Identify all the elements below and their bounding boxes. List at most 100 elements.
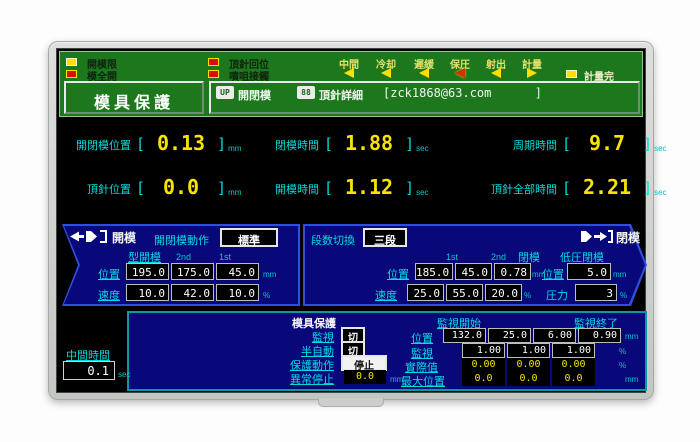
monitor-pos-3-field[interactable]: 6.00 — [533, 328, 576, 343]
protect-pos-unit: mm — [625, 332, 638, 341]
measure-value: 2.21 — [571, 175, 643, 199]
stage-switch-label: 段数切換 — [311, 232, 355, 248]
measure-ejector-position: 頂針位置 [ 0.0 ] mm — [67, 175, 241, 199]
lamp-mold-full-open — [66, 70, 77, 78]
max-pos-value-1: 0.0 — [462, 372, 505, 386]
nav-ejector-detail[interactable]: 頂針詳細 — [319, 87, 363, 103]
monitor-pos-1-field[interactable]: 132.0 — [443, 328, 486, 343]
mold-action-field[interactable]: 標準 — [220, 228, 278, 247]
monitor-pos-2-field[interactable]: 25.0 — [488, 328, 531, 343]
bracket: [ — [324, 131, 333, 153]
lamp-nozzle-touch — [208, 70, 219, 78]
measure-label: 頂針位置 — [67, 175, 131, 197]
lp-position-unit: mm — [613, 270, 626, 279]
measure-unit: mm — [228, 131, 241, 153]
open-spd-1-field[interactable]: 10.0 — [126, 284, 169, 301]
speed-row-label: 速度 — [375, 287, 397, 303]
middle-time-field[interactable]: 0.1 — [63, 361, 115, 380]
open-pos-3-field[interactable]: 45.0 — [216, 263, 259, 280]
protect-monitor-unit: % — [619, 347, 626, 356]
monitor-stand — [318, 398, 384, 407]
open-spd-2-field[interactable]: 42.0 — [171, 284, 214, 301]
measure-cycle-time: 周期時間 [ 9.7 ] sec — [473, 131, 667, 155]
nav-bar: UP 開閉模 88 頂針詳細 [zck1868@63.com ] — [209, 81, 640, 114]
lp-pressure-unit: % — [620, 291, 627, 300]
max-pos-value-2: 0.0 — [507, 372, 550, 386]
close-pos-3-field[interactable]: 0.78 — [494, 263, 531, 280]
protect-action-field[interactable]: 停止 — [341, 355, 387, 371]
bracket: ] — [405, 131, 414, 153]
monitor-val-3-field[interactable]: 1.00 — [552, 343, 595, 358]
measure-mold-position: 開閉模位置 [ 0.13 ] mm — [67, 131, 241, 155]
detail-page-icon[interactable]: 88 — [297, 86, 315, 99]
measure-close-time: 閉模時間 [ 1.88 ] sec — [265, 131, 429, 155]
measure-value: 0.0 — [145, 175, 217, 199]
bracket: [ — [562, 131, 571, 153]
lp-pressure-label: 圧力 — [546, 287, 568, 303]
nav-open-close-mold[interactable]: 開閉模 — [238, 87, 271, 103]
position-row-label: 位置 — [387, 266, 409, 282]
monitor-pos-4-field[interactable]: 0.90 — [578, 328, 621, 343]
mold-action-label: 開閉模動作 — [154, 232, 209, 248]
open-pos-1-field[interactable]: 195.0 — [126, 263, 169, 280]
bracket: [ — [562, 175, 571, 197]
monitor-val-1-field[interactable]: 1.00 — [462, 343, 505, 358]
lp-pressure-field[interactable]: 3 — [575, 284, 617, 301]
bracket: [ — [136, 131, 145, 153]
actual-unit: % — [619, 361, 626, 370]
position-unit: mm — [263, 270, 276, 279]
close-spd-2-field[interactable]: 55.0 — [446, 284, 483, 301]
max-pos-value-3: 0.0 — [552, 372, 595, 386]
speed-unit: % — [263, 291, 270, 300]
measure-unit: sec — [416, 131, 428, 153]
bracket: [ — [136, 175, 145, 197]
open-pos-2-field[interactable]: 175.0 — [171, 263, 214, 280]
stage-switch-field[interactable]: 三段 — [363, 228, 407, 247]
address-field[interactable]: [zck1868@63.com ] — [383, 86, 542, 100]
protect-pos-label: 位置 — [411, 330, 433, 346]
abnormal-stop-value: 0.0 — [344, 370, 386, 384]
hmi-screen: 開模限 模全開 頂針回位 噴咀接觸 中間 冷却 遲緩 保圧 射出 計量 計量完 … — [56, 48, 646, 393]
lp-position-label: 位置 — [542, 266, 564, 282]
lp-position-field[interactable]: 5.0 — [567, 263, 611, 280]
close-pos-1-field[interactable]: 185.0 — [415, 263, 453, 280]
mold-close-panel: 段数切換 三段 閉模 1st 2nd 閉模 低圧閉模 位置 185.0 45.0… — [303, 224, 647, 306]
mold-close-direction-icon — [581, 229, 613, 244]
panel-banner-label: 開模 — [112, 229, 136, 246]
measure-ejector-total-time: 頂針全部時間 [ 2.21 ] sec — [457, 175, 667, 199]
close-spd-3-field[interactable]: 20.0 — [485, 284, 522, 301]
measure-value: 1.88 — [333, 131, 405, 155]
lamp-mold-open-limit — [66, 58, 77, 66]
mold-protect-box: 模具保護 監視 切 半自動 切 保護動作 停止 異常停止 0.0 mm 監視開始… — [127, 311, 647, 391]
speed-row-label: 速度 — [98, 287, 120, 303]
measure-unit: sec — [654, 131, 666, 153]
up-page-icon[interactable]: UP — [216, 86, 234, 99]
mold-open-panel: 開模 開閉模動作 標準 型開模 2nd 1st 位置 195.0 175.0 4… — [62, 224, 300, 306]
measure-label: 頂針全部時間 — [457, 175, 557, 197]
col-header-2nd: 2nd — [176, 252, 191, 262]
monitor-val-2-field[interactable]: 1.00 — [507, 343, 550, 358]
open-spd-3-field[interactable]: 10.0 — [216, 284, 259, 301]
max-pos-row-label: 最大位置 — [401, 373, 445, 389]
arrow-left-icon — [491, 68, 501, 78]
arrow-left-icon — [381, 68, 391, 78]
lamp-ejector-return — [208, 58, 219, 66]
actual-value-3: 0.00 — [552, 358, 595, 372]
arrow-left-icon — [419, 68, 429, 78]
arrow-right-icon — [527, 68, 537, 78]
bracket: ] — [643, 131, 652, 153]
measure-label: 開模時間 — [265, 175, 319, 197]
bracket: ] — [217, 175, 226, 197]
col-header-1st: 1st — [219, 252, 231, 262]
col-header-2nd: 2nd — [491, 252, 506, 262]
bracket: ] — [217, 131, 226, 153]
measure-open-time: 開模時間 [ 1.12 ] sec — [265, 175, 429, 199]
actual-value-1: 0.00 — [462, 358, 505, 372]
close-pos-2-field[interactable]: 45.0 — [455, 263, 492, 280]
middle-time-unit: sec — [118, 370, 130, 379]
abnormal-stop-label: 異常停止 — [239, 371, 334, 387]
monitor-bezel: 開模限 模全開 頂針回位 噴咀接觸 中間 冷却 遲緩 保圧 射出 計量 計量完 … — [48, 41, 654, 400]
bracket: ] — [643, 175, 652, 197]
measure-value: 9.7 — [571, 131, 643, 155]
close-spd-1-field[interactable]: 25.0 — [407, 284, 444, 301]
